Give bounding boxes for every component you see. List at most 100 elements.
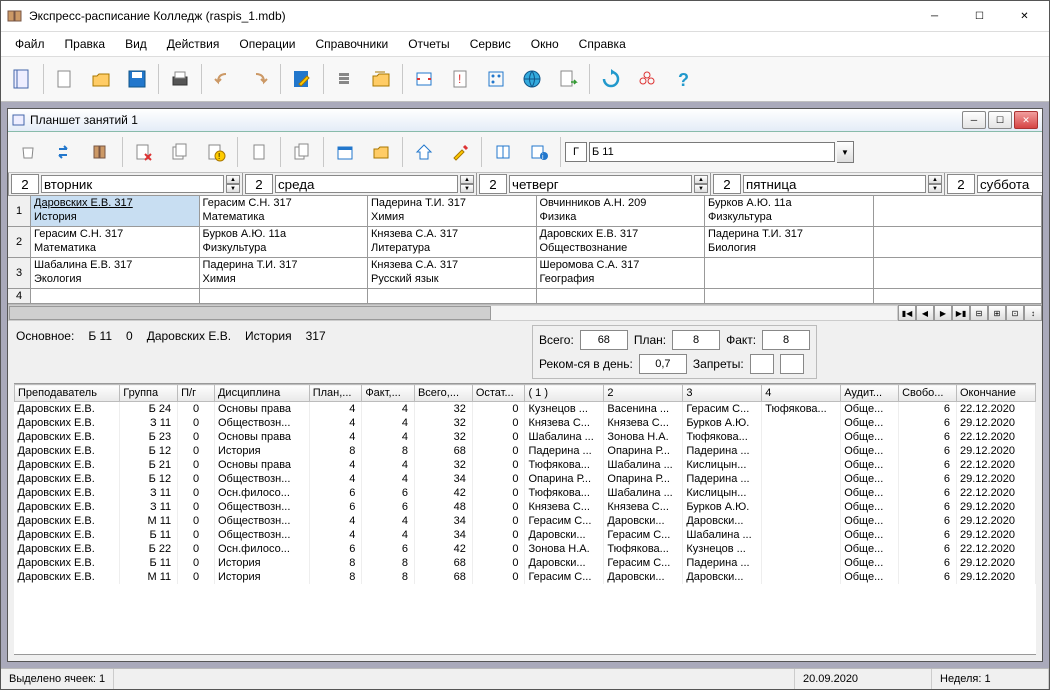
day-num[interactable] (245, 174, 273, 194)
nav-first[interactable]: ▮◀ (898, 305, 916, 321)
schedule-cell[interactable]: Падерина Т.И. 317Химия (200, 258, 369, 288)
schedule-cell[interactable]: Герасим С.Н. 317Математика (31, 227, 200, 257)
group-letter-input[interactable] (565, 142, 587, 162)
flower-icon[interactable] (630, 62, 664, 96)
pages2-icon[interactable] (285, 135, 319, 169)
col-header[interactable]: Преподаватель (15, 385, 120, 402)
col-header[interactable]: П/г (178, 385, 215, 402)
day-num[interactable] (11, 174, 39, 194)
col-header[interactable]: Аудит... (841, 385, 899, 402)
redo-icon[interactable] (242, 62, 276, 96)
col-header[interactable]: Всего,... (414, 385, 472, 402)
page-x-icon[interactable] (127, 135, 161, 169)
child-close[interactable]: ✕ (1014, 111, 1038, 129)
schedule-cell[interactable] (705, 258, 874, 288)
save-icon[interactable] (120, 62, 154, 96)
col-header[interactable]: Свобо... (899, 385, 957, 402)
schedule-cell[interactable]: Даровских Е.В. 317Обществознание (537, 227, 706, 257)
ban-field1[interactable] (750, 354, 774, 374)
day-num[interactable] (713, 174, 741, 194)
col-header[interactable]: Дисциплина (214, 385, 309, 402)
table-row[interactable]: Даровских Е.В.М 110История88680Герасим С… (15, 570, 1036, 584)
book-info-icon[interactable]: i (522, 135, 556, 169)
col-header[interactable]: Остат... (472, 385, 525, 402)
day-name[interactable] (41, 175, 224, 193)
menu-Действия[interactable]: Действия (159, 35, 228, 53)
menu-Правка[interactable]: Правка (57, 35, 114, 53)
menu-Справочники[interactable]: Справочники (308, 35, 397, 53)
col-header[interactable]: ( 1 ) (525, 385, 604, 402)
schedule-cell[interactable] (705, 289, 874, 303)
scroll-thumb[interactable] (9, 306, 491, 320)
help-icon[interactable]: ? (666, 62, 700, 96)
child-minimize[interactable]: ─ (962, 111, 986, 129)
book2-icon[interactable] (486, 135, 520, 169)
page-alert-icon[interactable]: ! (443, 62, 477, 96)
schedule-cell[interactable]: Бурков А.Ю. 11аФизкультура (200, 227, 369, 257)
globe-icon[interactable] (515, 62, 549, 96)
home-icon[interactable] (407, 135, 441, 169)
nav-next[interactable]: ▶ (934, 305, 952, 321)
dropdown-icon[interactable]: ▼ (837, 141, 854, 163)
group-combo[interactable]: ▼ (589, 141, 854, 163)
open-icon[interactable] (84, 62, 118, 96)
new-icon[interactable] (48, 62, 82, 96)
table-row[interactable]: Даровских Е.В.Б 110Обществозн...44340Дар… (15, 528, 1036, 542)
nav-b3[interactable]: ⊡ (1006, 305, 1024, 321)
swap-icon[interactable] (48, 135, 82, 169)
page-next-icon[interactable] (551, 62, 585, 96)
tools-icon[interactable] (443, 135, 477, 169)
table-row[interactable]: Даровских Е.В.Б 120История88680Падерина … (15, 444, 1036, 458)
schedule-cell[interactable] (874, 227, 1043, 257)
schedule-cell[interactable]: Даровских Е.В. 317История (31, 196, 200, 226)
group-letter-combo[interactable] (565, 142, 587, 162)
menu-Сервис[interactable]: Сервис (462, 35, 519, 53)
print-icon[interactable] (163, 62, 197, 96)
cup-icon[interactable] (12, 135, 46, 169)
schedule-cell[interactable] (31, 289, 200, 303)
col-header[interactable]: Окончание (956, 385, 1035, 402)
calendar-icon[interactable] (328, 135, 362, 169)
nav-b2[interactable]: ⊞ (988, 305, 1006, 321)
schedule-cell[interactable]: Шабалина Е.В. 317Экология (31, 258, 200, 288)
table-row[interactable]: Даровских Е.В.Б 220Осн.филосо...66420Зон… (15, 542, 1036, 556)
day-spin[interactable]: ▲▼ (928, 175, 942, 193)
schedule-cell[interactable]: Бурков А.Ю. 11аФизкультура (705, 196, 874, 226)
schedule-cell[interactable] (874, 258, 1043, 288)
col-header[interactable]: 2 (604, 385, 683, 402)
folder-stack-icon[interactable] (364, 62, 398, 96)
books-icon[interactable] (84, 135, 118, 169)
col-header[interactable]: План,... (309, 385, 362, 402)
menu-Операции[interactable]: Операции (231, 35, 303, 53)
day-name[interactable] (275, 175, 458, 193)
nav-b4[interactable]: ↕ (1024, 305, 1042, 321)
table-row[interactable]: Даровских Е.В.Б 210Основы права44320Тюфя… (15, 458, 1036, 472)
child-maximize[interactable]: ☐ (988, 111, 1012, 129)
plan-field[interactable] (672, 330, 720, 350)
book-arrows-icon[interactable] (407, 62, 441, 96)
day-spin[interactable]: ▲▼ (226, 175, 240, 193)
ban-field2[interactable] (780, 354, 804, 374)
schedule-cell[interactable] (537, 289, 706, 303)
schedule-cell[interactable] (874, 289, 1043, 303)
day-name[interactable] (977, 175, 1042, 193)
col-header[interactable]: Факт,... (362, 385, 415, 402)
schedule-cell[interactable] (368, 289, 537, 303)
day-spin[interactable]: ▲▼ (694, 175, 708, 193)
schedule-cell[interactable]: Овчинников А.Н. 209Физика (537, 196, 706, 226)
minimize-button[interactable]: ─ (912, 2, 957, 30)
notebook-icon[interactable] (5, 62, 39, 96)
col-header[interactable]: 4 (762, 385, 841, 402)
day-name[interactable] (509, 175, 692, 193)
table-row[interactable]: Даровских Е.В.Б 240Основы права44320Кузн… (15, 402, 1036, 417)
fact-field[interactable] (762, 330, 810, 350)
menu-Отчеты[interactable]: Отчеты (400, 35, 457, 53)
schedule-cell[interactable]: Падерина Т.И. 317Биология (705, 227, 874, 257)
data-grid[interactable]: ПреподавательГруппаП/гДисциплинаПлан,...… (14, 383, 1036, 655)
hscroll[interactable]: ▮◀ ◀ ▶ ▶▮ ⊟ ⊞ ⊡ ↕ (8, 304, 1042, 321)
day-name[interactable] (743, 175, 926, 193)
refresh-icon[interactable] (594, 62, 628, 96)
schedule-cell[interactable] (200, 289, 369, 303)
total-field[interactable] (580, 330, 628, 350)
day-num[interactable] (479, 174, 507, 194)
